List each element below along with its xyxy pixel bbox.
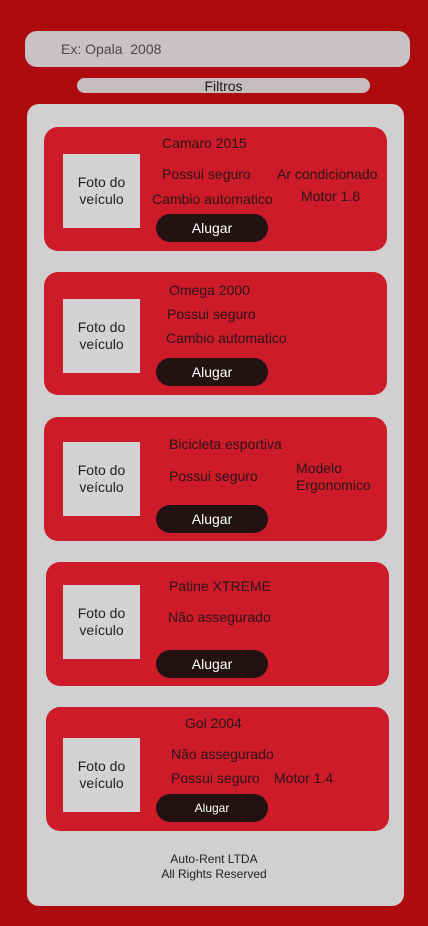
search-input[interactable]: Ex: Opala 2008 — [25, 31, 410, 67]
vehicle-card-gol: Foto do veículo Gol 2004 Não assegurado P… — [46, 707, 389, 831]
photo-label-line1: Foto do — [77, 605, 126, 621]
feature-label: Motor 1.4 — [274, 770, 334, 786]
vehicle-photo-placeholder: Foto do veículo — [63, 299, 140, 373]
feature-label: Possui seguro — [171, 770, 260, 786]
photo-label-line1: Foto do — [77, 319, 126, 335]
rent-button[interactable]: Alugar — [156, 794, 268, 822]
footer-company: Auto-Rent LTDA — [170, 852, 258, 866]
vehicle-card-omega: Foto do veículo Omega 2000 Possui seguro … — [44, 272, 387, 395]
feature-label: Possui seguro — [169, 468, 258, 484]
rent-button[interactable]: Alugar — [156, 358, 268, 386]
feature-label: Ar condicionado — [277, 166, 378, 182]
rent-button[interactable]: Alugar — [156, 505, 268, 533]
feature-label: Possui seguro — [162, 166, 251, 182]
feature-label: Não assegurado — [168, 609, 271, 625]
photo-label-line2: veículo — [79, 775, 124, 791]
vehicle-photo-placeholder: Foto do veículo — [63, 738, 140, 812]
vehicle-photo-placeholder: Foto do veículo — [63, 154, 140, 228]
footer: Auto-Rent LTDA All Rights Reserved — [27, 852, 401, 882]
vehicle-title: Gol 2004 — [185, 715, 242, 731]
photo-label-line2: veículo — [79, 191, 124, 207]
feature-label: Motor 1.8 — [301, 188, 361, 204]
feature-label: Ergonomico — [296, 477, 371, 493]
vehicle-list-panel: Foto do veículo Camaro 2015 Possui seguro… — [27, 104, 404, 906]
photo-label-line1: Foto do — [77, 758, 126, 774]
rent-button[interactable]: Alugar — [156, 650, 268, 678]
vehicle-title: Omega 2000 — [169, 282, 250, 298]
photo-label-line1: Foto do — [77, 462, 126, 478]
feature-label: Possui seguro — [167, 306, 256, 322]
vehicle-photo-placeholder: Foto do veículo — [63, 585, 140, 659]
vehicle-card-patine: Foto do veículo Patine XTREME Não assegur… — [46, 562, 389, 686]
feature-label: Modelo — [296, 460, 342, 476]
filters-button[interactable]: Filtros — [77, 78, 370, 93]
vehicle-photo-placeholder: Foto do veículo — [63, 442, 140, 516]
feature-label: Cambio automatico — [166, 330, 287, 346]
vehicle-title: Patine XTREME — [169, 578, 271, 594]
vehicle-card-camaro: Foto do veículo Camaro 2015 Possui seguro… — [44, 127, 387, 251]
feature-label: Cambio automatico — [152, 191, 273, 207]
vehicle-title: Bicicleta esportiva — [169, 436, 282, 452]
photo-label-line2: veículo — [79, 622, 124, 638]
vehicle-card-bicicleta: Foto do veículo Bicicleta esportiva Possu… — [44, 417, 387, 541]
photo-label-line1: Foto do — [77, 174, 126, 190]
photo-label-line2: veículo — [79, 479, 124, 495]
rent-button[interactable]: Alugar — [156, 214, 268, 242]
footer-rights: All Rights Reserved — [161, 867, 267, 881]
photo-label-line2: veículo — [79, 336, 124, 352]
feature-label: Não assegurado — [171, 746, 274, 762]
vehicle-title: Camaro 2015 — [162, 135, 247, 151]
